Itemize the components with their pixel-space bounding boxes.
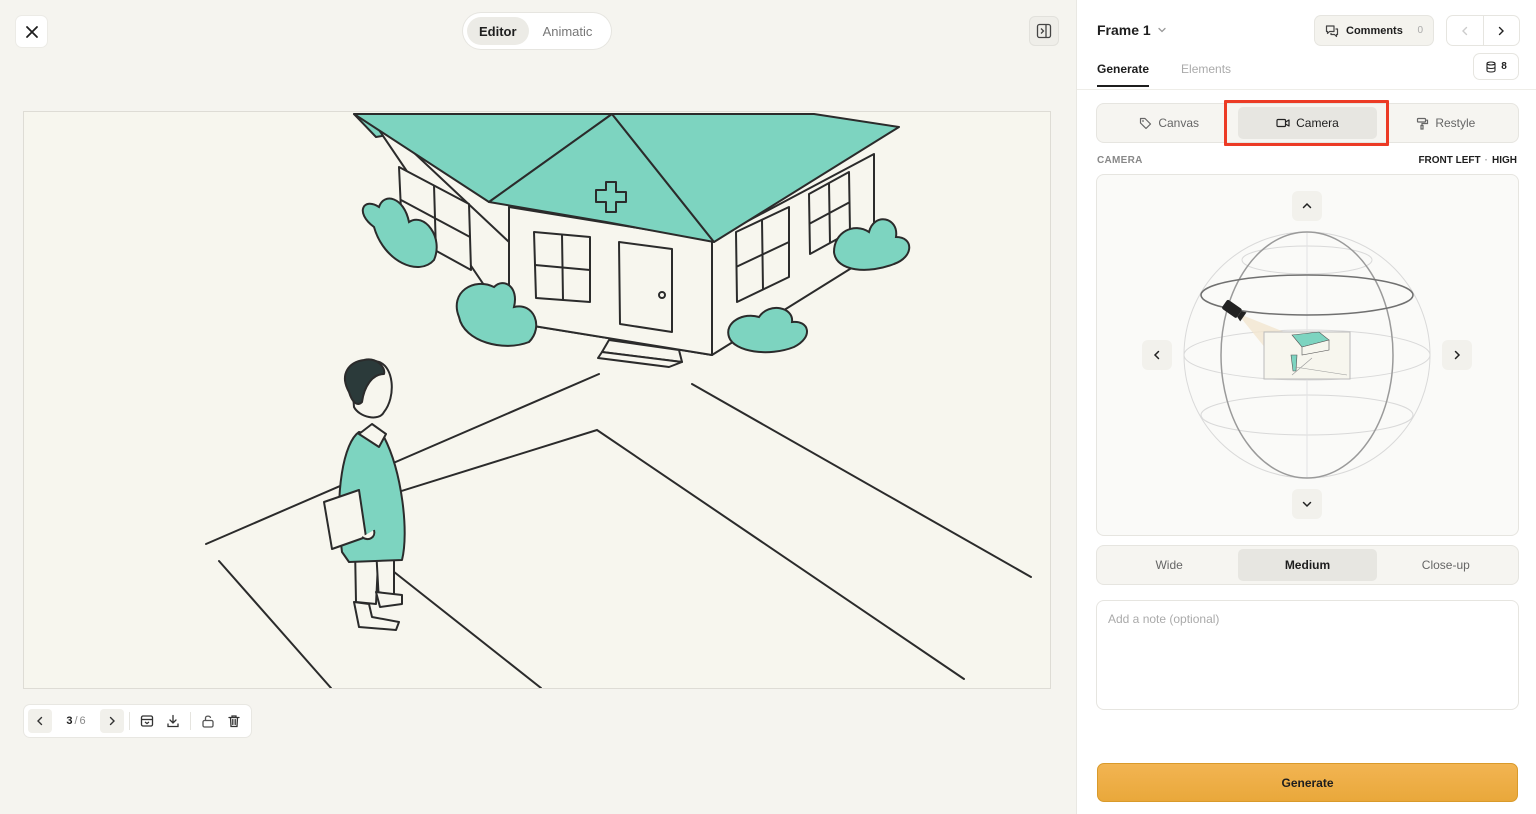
close-icon xyxy=(25,25,38,38)
shot-closeup[interactable]: Close-up xyxy=(1377,549,1515,581)
database-icon xyxy=(1486,60,1496,73)
generate-button[interactable]: Generate xyxy=(1097,763,1518,802)
chevron-right-icon xyxy=(1454,350,1461,360)
storyboard-frame[interactable] xyxy=(23,111,1051,689)
editor-area: Editor Animatic 3 / 6 xyxy=(0,0,1076,814)
download-icon xyxy=(167,714,179,728)
shot-medium[interactable]: Medium xyxy=(1238,549,1377,581)
toolbar-divider xyxy=(129,712,130,730)
generate-panel: Frame 1 Comments 0 Generate Elements 8 C… xyxy=(1076,0,1536,814)
camera-section-label: CAMERA xyxy=(1097,155,1143,166)
next-frame-button[interactable] xyxy=(100,709,124,733)
orbit-up-button[interactable] xyxy=(1292,191,1322,221)
tab-elements[interactable]: Elements xyxy=(1181,62,1231,87)
chevron-left-icon xyxy=(1461,26,1467,35)
mode-canvas[interactable]: Canvas xyxy=(1100,107,1238,139)
comments-label: Comments xyxy=(1346,24,1403,37)
tabs-divider xyxy=(1077,89,1536,90)
panel-tabs: Generate Elements xyxy=(1097,62,1231,87)
orbit-down-button[interactable] xyxy=(1292,489,1322,519)
shot-size-selector: Wide Medium Close-up xyxy=(1097,546,1518,584)
frame-nav xyxy=(1447,16,1519,45)
camera-height: HIGH xyxy=(1492,155,1517,166)
shot-wide[interactable]: Wide xyxy=(1100,549,1238,581)
mode-restyle[interactable]: Restyle xyxy=(1377,107,1515,139)
chevron-down-icon xyxy=(1302,501,1312,508)
lock-button[interactable] xyxy=(196,709,220,733)
credits-count: 8 xyxy=(1501,61,1507,72)
credits-badge[interactable]: 8 xyxy=(1474,54,1518,79)
video-camera-icon xyxy=(1276,118,1290,128)
orbit-right-button[interactable] xyxy=(1442,340,1472,370)
sidebar-toggle-icon xyxy=(1036,23,1052,39)
panel-toggle-button[interactable] xyxy=(1030,17,1058,45)
frame-separator: / xyxy=(74,715,78,727)
toolbar-divider xyxy=(190,712,191,730)
tab-generate[interactable]: Generate xyxy=(1097,62,1150,87)
chevron-right-icon xyxy=(1499,26,1505,35)
chevron-up-icon xyxy=(1302,202,1312,209)
chevron-right-icon xyxy=(109,716,115,726)
frame-total: 6 xyxy=(79,715,86,727)
archive-icon xyxy=(140,715,154,727)
frame-toolbar: 3 / 6 xyxy=(24,705,251,737)
paint-roller-icon xyxy=(1417,117,1429,130)
delete-button[interactable] xyxy=(222,709,246,733)
camera-separator: · xyxy=(1484,155,1488,166)
panel-next-button[interactable] xyxy=(1482,16,1520,45)
unlock-icon xyxy=(202,715,214,728)
mode-selector: Canvas Camera Restyle xyxy=(1097,104,1518,142)
close-button[interactable] xyxy=(16,16,47,47)
camera-position: FRONT LEFT xyxy=(1418,155,1481,166)
tab-animatic[interactable]: Animatic xyxy=(531,17,605,45)
frame-title-dropdown[interactable]: Frame 1 xyxy=(1097,22,1167,38)
frame-title: Frame 1 xyxy=(1097,22,1151,38)
comments-button[interactable]: Comments 0 xyxy=(1315,16,1433,45)
panel-prev-button[interactable] xyxy=(1447,16,1483,45)
prev-frame-button[interactable] xyxy=(28,709,52,733)
archive-button[interactable] xyxy=(135,709,159,733)
comments-count: 0 xyxy=(1417,25,1423,36)
mode-restyle-label: Restyle xyxy=(1435,116,1476,130)
tag-icon xyxy=(1140,117,1152,129)
frame-current: 3 xyxy=(66,715,73,727)
camera-orbit-widget[interactable] xyxy=(1097,175,1518,535)
tab-editor[interactable]: Editor xyxy=(467,17,529,45)
mode-canvas-label: Canvas xyxy=(1158,116,1199,130)
download-button[interactable] xyxy=(161,709,185,733)
mode-camera-label: Camera xyxy=(1296,116,1339,130)
orbit-left-button[interactable] xyxy=(1142,340,1172,370)
note-field[interactable] xyxy=(1097,601,1518,709)
chevron-left-icon xyxy=(37,716,43,726)
trash-icon xyxy=(228,715,240,728)
chevron-down-icon xyxy=(1158,27,1166,33)
frame-illustration xyxy=(205,113,1032,688)
camera-position-readout: FRONT LEFT · HIGH xyxy=(1418,155,1517,166)
mode-camera[interactable]: Camera xyxy=(1238,107,1377,139)
chat-bubbles-icon xyxy=(1325,24,1339,37)
chevron-left-icon xyxy=(1153,350,1160,360)
frame-counter: 3 / 6 xyxy=(54,715,98,727)
editor-animatic-switch: Editor Animatic xyxy=(463,13,611,49)
